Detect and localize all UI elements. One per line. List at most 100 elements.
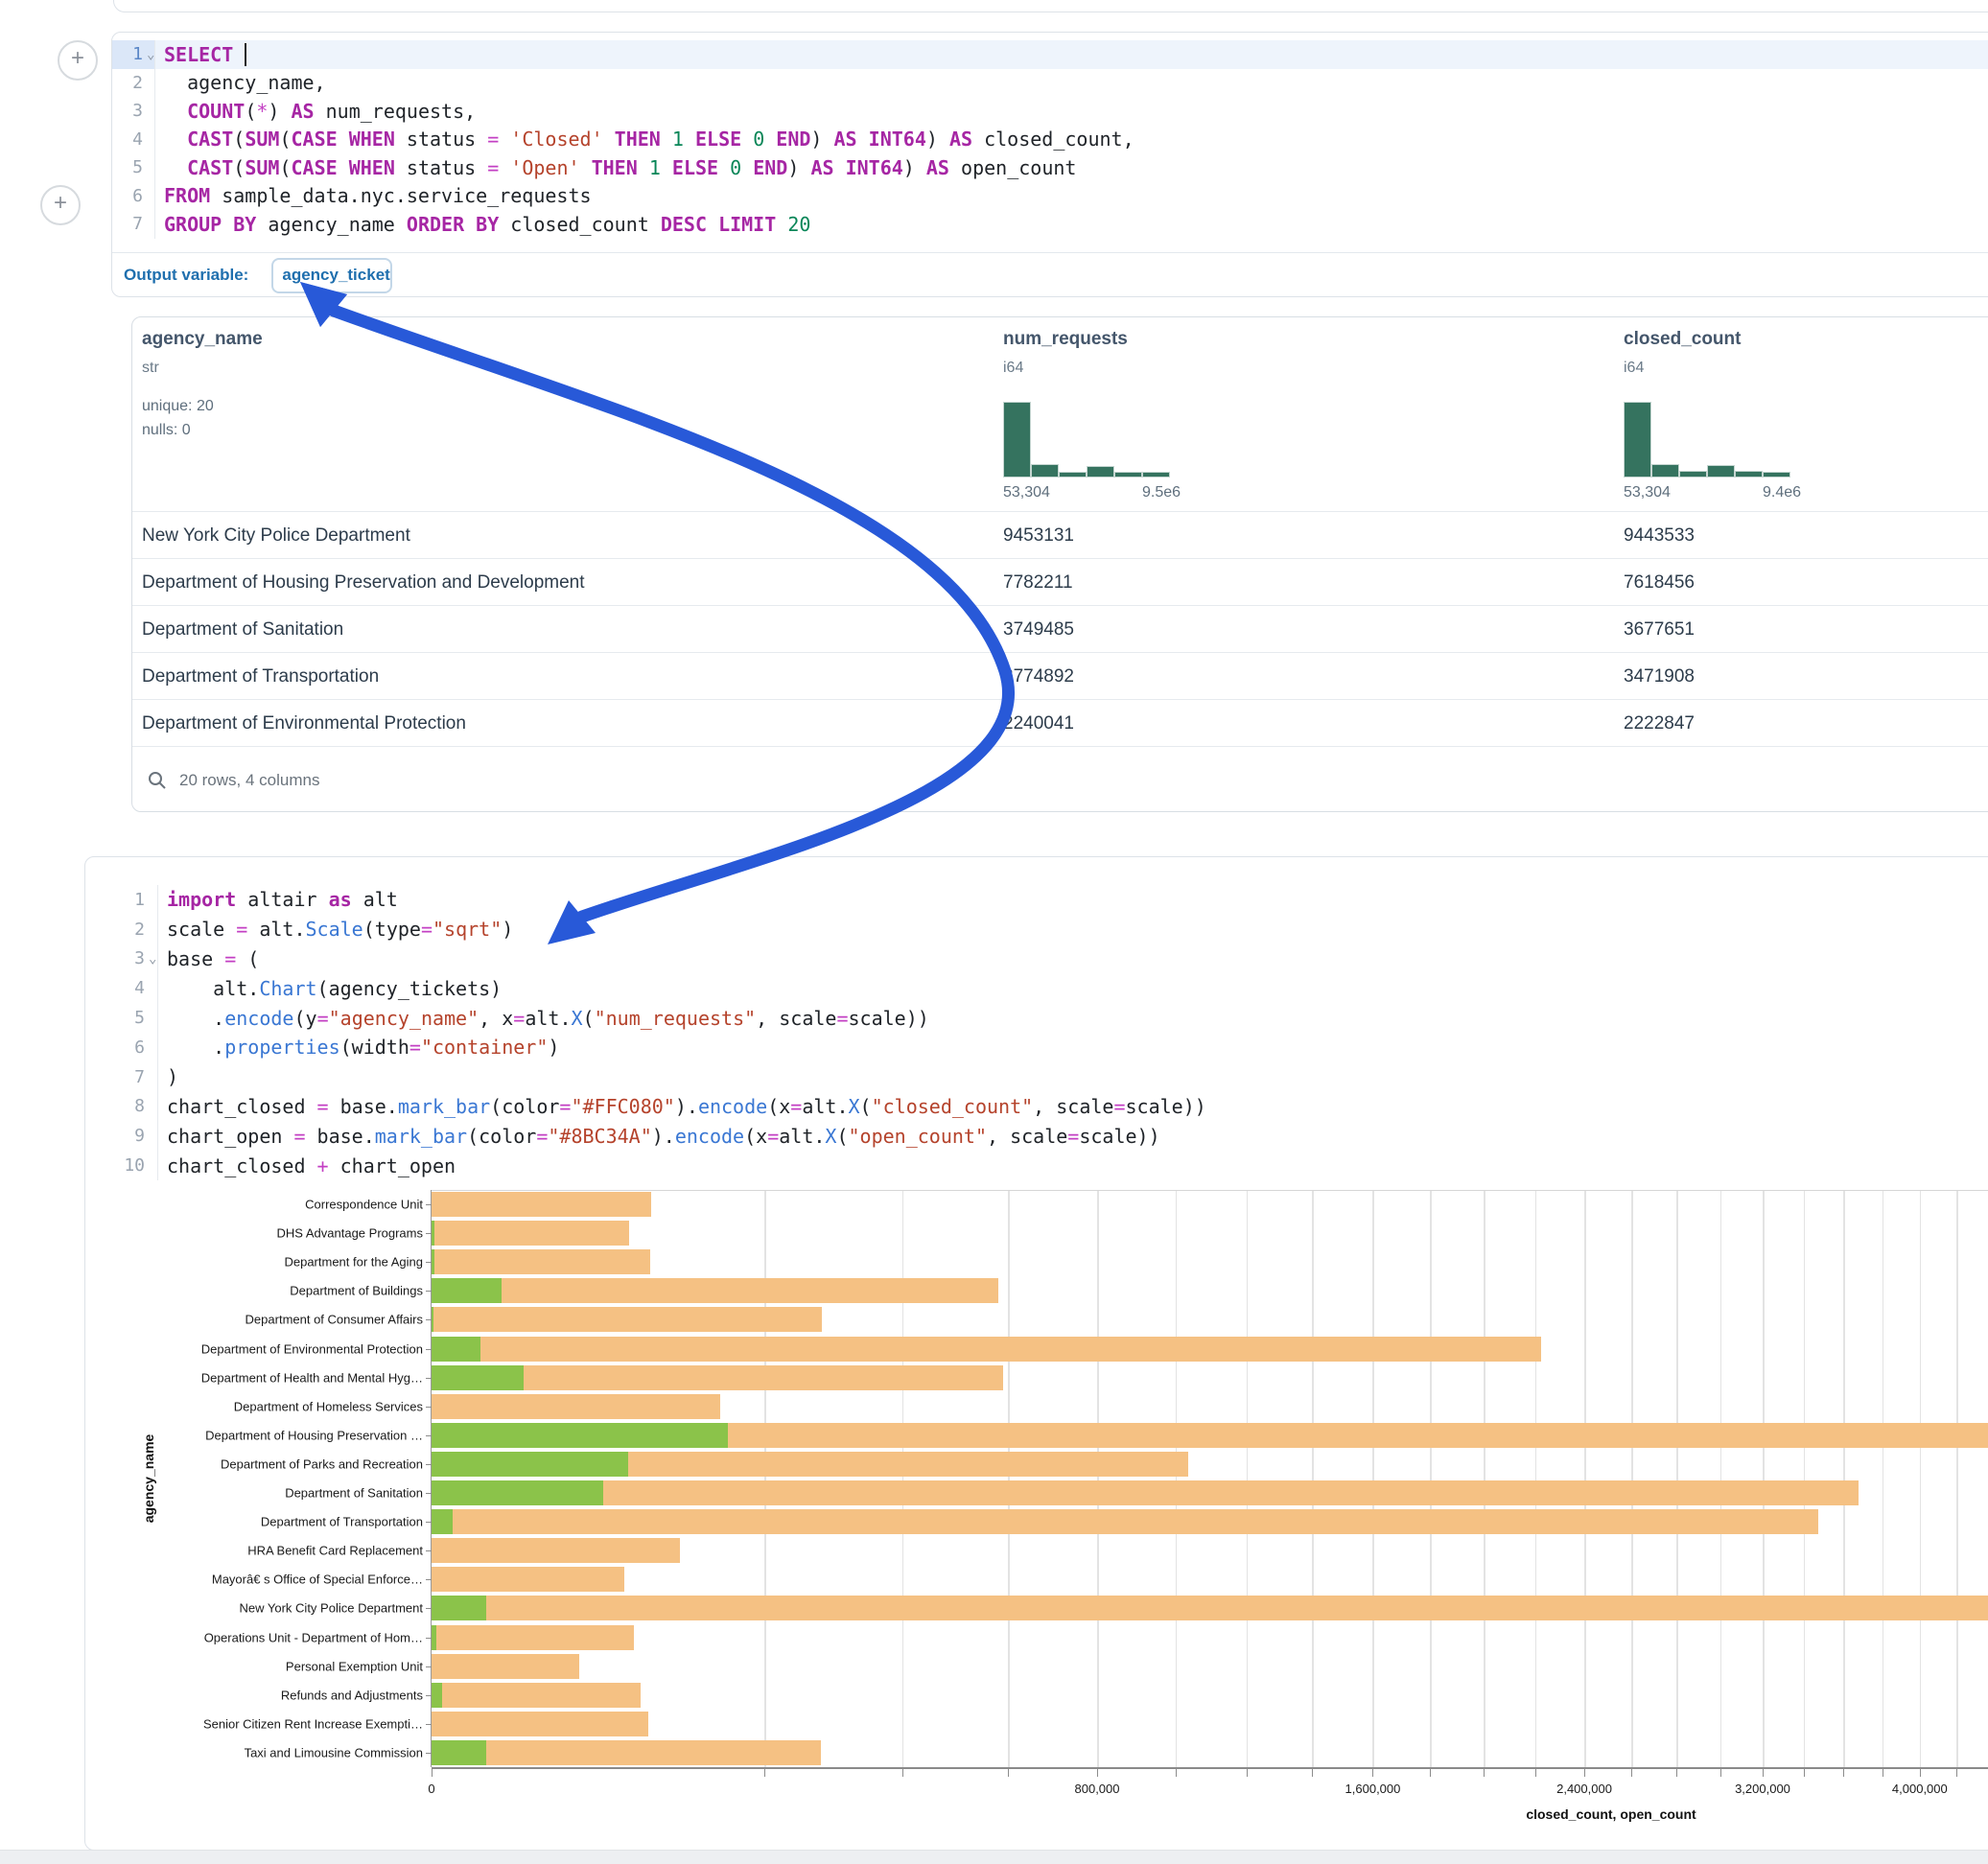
line-number: 1 — [112, 40, 143, 69]
x-axis-tick-label: 3,200,000 — [1735, 1782, 1790, 1796]
y-axis-label: Personal Exemption Unit — [0, 1659, 423, 1673]
y-tick — [426, 1695, 432, 1696]
add-cell-button-top[interactable]: + — [58, 40, 98, 81]
cell-num-requests: 3774892 — [1003, 653, 1074, 700]
gridline — [1176, 1191, 1178, 1767]
x-tick — [1247, 1769, 1248, 1777]
x-axis-line — [432, 1767, 1988, 1769]
num-requests-histogram — [1003, 402, 1171, 478]
y-tick — [426, 1724, 432, 1725]
cell-closed-count: 2222847 — [1624, 700, 1695, 747]
x-tick — [1956, 1769, 1957, 1777]
table-row: Department of Environmental Protection 2… — [132, 699, 1988, 747]
cell-closed-count: 9443533 — [1624, 512, 1695, 559]
code-line[interactable]: 5 .encode(y="agency_name", x=alt.X("num_… — [85, 1003, 1988, 1033]
code-line[interactable]: 9chart_open = base.mark_bar(color="#8BC3… — [85, 1121, 1988, 1151]
column-header-agency-name: agency_name — [142, 329, 263, 350]
histogram-bar — [1679, 471, 1707, 478]
table-dimensions-label: 20 rows, 4 columns — [179, 771, 319, 790]
y-tick — [426, 1407, 432, 1408]
x-tick — [1920, 1769, 1921, 1777]
closed_count-bar — [432, 1307, 822, 1332]
code-line[interactable]: 6 .properties(width="container") — [85, 1033, 1988, 1062]
num-requests-hist-max: 9.5e6 — [1142, 484, 1181, 501]
y-axis-label: HRA Benefit Card Replacement — [0, 1544, 423, 1558]
histogram-bar — [1735, 471, 1763, 478]
y-axis-title: agency_name — [141, 1434, 156, 1524]
cell-agency: Department of Housing Preservation and D… — [142, 559, 585, 606]
gridline — [1763, 1191, 1765, 1767]
cell-num-requests: 2240041 — [1003, 700, 1074, 747]
open_count-bar — [432, 1337, 480, 1362]
previous-cell-edge — [113, 0, 1988, 12]
y-tick — [426, 1608, 432, 1609]
line-number: 6 — [85, 1033, 145, 1062]
python-code-editor[interactable]: 1import altair as alt2scale = alt.Scale(… — [85, 885, 1988, 1180]
column-stat-unique: unique: 20 — [142, 394, 214, 418]
x-tick — [432, 1769, 433, 1777]
y-tick — [426, 1262, 432, 1263]
code-line[interactable]: 3⌄base = ( — [85, 944, 1988, 974]
line-number: 7 — [112, 210, 143, 239]
y-axis-label: DHS Advantage Programs — [0, 1226, 423, 1241]
add-cell-button-output[interactable]: + — [40, 185, 81, 225]
y-axis-label: Department of Environmental Protection — [0, 1341, 423, 1356]
code-line[interactable]: 5 CAST(SUM(CASE WHEN status = 'Open' THE… — [112, 153, 1988, 182]
text-cursor — [245, 43, 246, 66]
line-number: 4 — [85, 973, 145, 1003]
gridline — [1372, 1191, 1374, 1767]
gridline — [1312, 1191, 1314, 1767]
code-line[interactable]: 2 agency_name, — [112, 69, 1988, 98]
notebook-page: + + 1⌄SELECT 2 agency_name,3 COUNT(*) AS… — [0, 0, 1988, 1864]
closed_count-bar — [432, 1596, 1988, 1620]
open_count-bar — [432, 1452, 628, 1477]
open_count-bar — [432, 1249, 434, 1274]
gridline — [902, 1191, 904, 1767]
code-line[interactable]: 3 COUNT(*) AS num_requests, — [112, 97, 1988, 126]
code-line[interactable]: 4 CAST(SUM(CASE WHEN status = 'Closed' T… — [112, 126, 1988, 154]
code-line[interactable]: 1import altair as alt — [85, 885, 1988, 915]
gridline — [1676, 1191, 1678, 1767]
histogram-bar — [1624, 402, 1651, 478]
open_count-bar — [432, 1365, 524, 1390]
closed_count-bar — [432, 1337, 1541, 1362]
sql-code-editor[interactable]: 1⌄SELECT 2 agency_name,3 COUNT(*) AS num… — [112, 40, 1988, 239]
code-line[interactable]: 2scale = alt.Scale(type="sqrt") — [85, 915, 1988, 944]
histogram-bar — [1707, 465, 1735, 478]
closed-count-hist-max: 9.4e6 — [1763, 484, 1801, 501]
x-axis-tick-label: 800,000 — [1075, 1782, 1120, 1796]
code-line[interactable]: 1⌄SELECT — [112, 40, 1988, 69]
cell-num-requests: 7782211 — [1003, 559, 1073, 606]
line-number: 7 — [85, 1062, 145, 1092]
code-line[interactable]: 7) — [85, 1062, 1988, 1092]
code-line[interactable]: 8chart_closed = base.mark_bar(color="#FF… — [85, 1092, 1988, 1122]
y-tick — [426, 1550, 432, 1551]
code-text: chart_closed + chart_open — [167, 1151, 456, 1180]
y-tick — [426, 1204, 432, 1205]
y-axis-label: Department of Transportation — [0, 1515, 423, 1529]
y-axis-label: Department of Homeless Services — [0, 1399, 423, 1413]
y-tick — [426, 1233, 432, 1234]
histogram-bar — [1142, 472, 1170, 478]
closed_count-bar — [432, 1480, 1859, 1505]
y-axis-line — [431, 1190, 432, 1767]
output-variable-pill[interactable]: agency_tickets — [271, 258, 392, 293]
y-axis-label: Taxi and Limousine Commission — [0, 1745, 423, 1759]
code-line[interactable]: 4 alt.Chart(agency_tickets) — [85, 973, 1988, 1003]
column-header-num-requests: num_requests — [1003, 329, 1128, 350]
x-tick — [1676, 1769, 1677, 1777]
code-line[interactable]: 7GROUP BY agency_name ORDER BY closed_co… — [112, 210, 1988, 239]
closed_count-bar — [432, 1249, 650, 1274]
column-type-agency-name: str — [142, 360, 159, 377]
cell-agency: Department of Environmental Protection — [142, 700, 466, 747]
result-table-card: agency_name str unique: 20 nulls: 0 num_… — [131, 316, 1988, 812]
x-tick — [1720, 1769, 1721, 1777]
code-line[interactable]: 6FROM sample_data.nyc.service_requests — [112, 182, 1988, 211]
y-axis-label: New York City Police Department — [0, 1601, 423, 1616]
search-icon[interactable] — [147, 770, 168, 791]
fold-chevron-icon[interactable]: ⌄ — [149, 944, 156, 974]
code-text: chart_open = base.mark_bar(color="#8BC34… — [167, 1121, 1160, 1151]
code-line[interactable]: 10chart_closed + chart_open — [85, 1151, 1988, 1180]
y-axis-label: Senior Citizen Rent Increase Exempti… — [0, 1716, 423, 1731]
histogram-bar — [1114, 472, 1142, 478]
